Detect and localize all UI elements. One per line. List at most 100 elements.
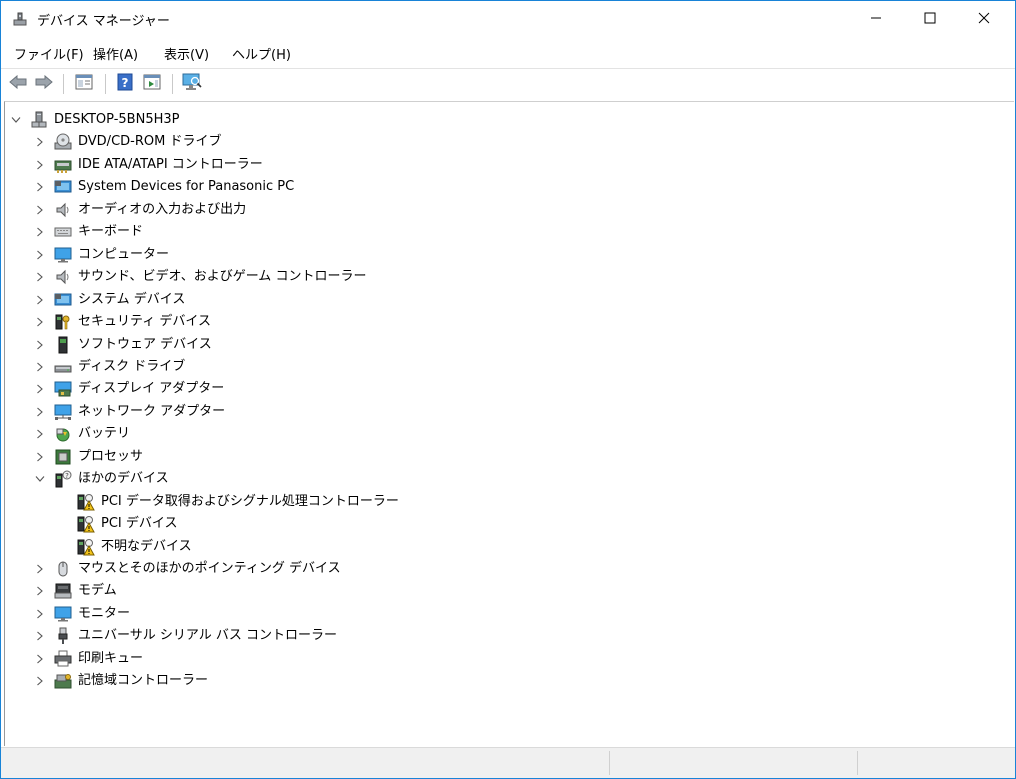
chevron-right-icon[interactable] xyxy=(34,136,46,148)
scan-for-hardware-changes-button[interactable] xyxy=(181,73,203,95)
tree-category-node[interactable]: 記憶域コントローラー xyxy=(5,670,1005,692)
speaker-icon xyxy=(54,201,72,219)
tree-category-node[interactable]: オーディオの入力および出力 xyxy=(5,199,1005,221)
tree-category-node[interactable]: 印刷キュー xyxy=(5,648,1005,670)
status-bar xyxy=(1,747,1015,778)
tree-category-node[interactable]: ソフトウェア デバイス xyxy=(5,334,1005,356)
tree-category-node[interactable]: ? ほかのデバイス xyxy=(5,468,1005,490)
action-pane-icon xyxy=(143,74,161,94)
chevron-right-icon[interactable] xyxy=(34,249,46,261)
device-tree[interactable]: DESKTOP-5BN5H3P DVD/CD-ROM ドライブ IDE ATA/AT… xyxy=(4,101,1014,746)
tree-category-node[interactable]: ディスプレイ アダプター xyxy=(5,378,1005,400)
tree-category-node[interactable]: モデム xyxy=(5,580,1005,602)
usb-icon xyxy=(54,627,72,645)
chevron-right-icon[interactable] xyxy=(34,585,46,597)
tree-root-node[interactable]: DESKTOP-5BN5H3P xyxy=(5,109,1005,131)
tree-device-node[interactable]: 不明なデバイス xyxy=(5,536,1005,558)
speaker-icon xyxy=(54,268,72,286)
chevron-down-icon[interactable] xyxy=(10,114,22,126)
chevron-right-icon[interactable] xyxy=(34,630,46,642)
tree-node-label: PCI データ取得およびシグナル処理コントローラー xyxy=(101,493,399,509)
menu-help[interactable]: ヘルプ(H) xyxy=(230,44,293,63)
tree-node-label: 不明なデバイス xyxy=(101,538,192,554)
menu-view[interactable]: 表示(V) xyxy=(162,44,211,63)
chevron-right-icon[interactable] xyxy=(34,451,46,463)
chevron-right-icon[interactable] xyxy=(34,361,46,373)
tree-node-label: コンピューター xyxy=(78,246,170,262)
show-hide-console-tree-button[interactable] xyxy=(73,74,95,94)
tree-category-node[interactable]: バッテリ xyxy=(5,423,1005,445)
tree-category-node[interactable]: システム デバイス xyxy=(5,289,1005,311)
tree-device-node[interactable]: PCI デバイス xyxy=(5,513,1005,535)
tree-category-node[interactable]: モニター xyxy=(5,603,1005,625)
tree-category-node[interactable]: System Devices for Panasonic PC xyxy=(5,176,1005,198)
tree-category-node[interactable]: ユニバーサル シリアル バス コントローラー xyxy=(5,625,1005,647)
back-button[interactable] xyxy=(7,74,29,94)
maximize-button[interactable] xyxy=(907,1,953,38)
battery-icon xyxy=(54,425,72,443)
close-button[interactable] xyxy=(961,1,1007,38)
minimize-icon xyxy=(870,12,882,28)
tree-category-node[interactable]: サウンド、ビデオ、およびゲーム コントローラー xyxy=(5,266,1005,288)
tree-node-label: サウンド、ビデオ、およびゲーム コントローラー xyxy=(78,269,367,285)
toolbar-separator xyxy=(105,74,106,94)
tree-category-node[interactable]: コンピューター xyxy=(5,244,1005,266)
tree-node-label: ユニバーサル シリアル バス コントローラー xyxy=(78,628,338,644)
tree-node-label: システム デバイス xyxy=(78,291,186,307)
tree-category-node[interactable]: セキュリティ デバイス xyxy=(5,311,1005,333)
chevron-right-icon[interactable] xyxy=(34,653,46,665)
tree-category-node[interactable]: DVD/CD-ROM ドライブ xyxy=(5,131,1005,153)
monitor-icon xyxy=(54,605,72,623)
chevron-right-icon[interactable] xyxy=(34,159,46,171)
help-button[interactable]: ? xyxy=(114,73,136,95)
chevron-right-icon[interactable] xyxy=(34,406,46,418)
help-icon: ? xyxy=(117,73,133,95)
mouse-icon xyxy=(54,560,72,578)
scan-hardware-monitor-icon xyxy=(182,73,202,95)
tree-category-node[interactable]: プロセッサ xyxy=(5,446,1005,468)
chevron-right-icon[interactable] xyxy=(34,428,46,440)
menu-bar: ファイル(F) 操作(A) 表示(V) ヘルプ(H) xyxy=(1,41,1015,65)
ide-controller-icon xyxy=(54,156,72,174)
chevron-right-icon[interactable] xyxy=(34,383,46,395)
tree-node-label: ディスク ドライブ xyxy=(78,358,186,374)
chevron-right-icon[interactable] xyxy=(34,181,46,193)
chevron-right-icon[interactable] xyxy=(34,271,46,283)
menu-file[interactable]: ファイル(F) xyxy=(12,44,86,63)
dvd-drive-icon xyxy=(54,133,72,151)
chevron-right-icon[interactable] xyxy=(34,294,46,306)
title-bar[interactable]: デバイス マネージャー xyxy=(1,1,1015,38)
tree-category-node[interactable]: ネットワーク アダプター xyxy=(5,401,1005,423)
unknown-device-icon: ? xyxy=(54,470,72,488)
tree-category-node[interactable]: マウスとそのほかのポインティング デバイス xyxy=(5,558,1005,580)
chevron-right-icon[interactable] xyxy=(34,204,46,216)
menu-action[interactable]: 操作(A) xyxy=(91,44,140,63)
tree-node-label: プロセッサ xyxy=(78,448,144,464)
system-device-icon xyxy=(54,178,72,196)
chevron-right-icon[interactable] xyxy=(34,226,46,238)
chevron-down-icon[interactable] xyxy=(34,473,46,485)
tree-category-node[interactable]: ディスク ドライブ xyxy=(5,356,1005,378)
tree-category-node[interactable]: IDE ATA/ATAPI コントローラー xyxy=(5,154,1005,176)
status-segment xyxy=(609,751,857,775)
software-device-icon xyxy=(54,336,72,354)
storage-controller-icon xyxy=(54,672,72,690)
show-hide-action-pane-button[interactable] xyxy=(141,74,163,94)
minimize-button[interactable] xyxy=(853,1,899,38)
device-manager-window: デバイス マネージャー ファイル(F) 操作(A) 表示(V) ヘルプ(H) ?… xyxy=(0,0,1016,779)
chevron-right-icon[interactable] xyxy=(34,563,46,575)
tree-device-node[interactable]: PCI データ取得およびシグナル処理コントローラー xyxy=(5,491,1005,513)
tree-category-node[interactable]: キーボード xyxy=(5,221,1005,243)
toolbar-separator xyxy=(63,74,64,94)
chevron-right-icon[interactable] xyxy=(34,675,46,687)
chevron-right-icon[interactable] xyxy=(34,316,46,328)
computer-tower-icon xyxy=(30,111,48,129)
forward-button[interactable] xyxy=(33,74,55,94)
chevron-right-icon[interactable] xyxy=(34,608,46,620)
tree-node-label: オーディオの入力および出力 xyxy=(78,201,247,217)
tree-node-label: 印刷キュー xyxy=(78,650,144,666)
chevron-right-icon[interactable] xyxy=(34,339,46,351)
tree-node-label: マウスとそのほかのポインティング デバイス xyxy=(78,561,341,576)
toolbar-separator xyxy=(172,74,173,94)
maximize-icon xyxy=(924,12,936,28)
